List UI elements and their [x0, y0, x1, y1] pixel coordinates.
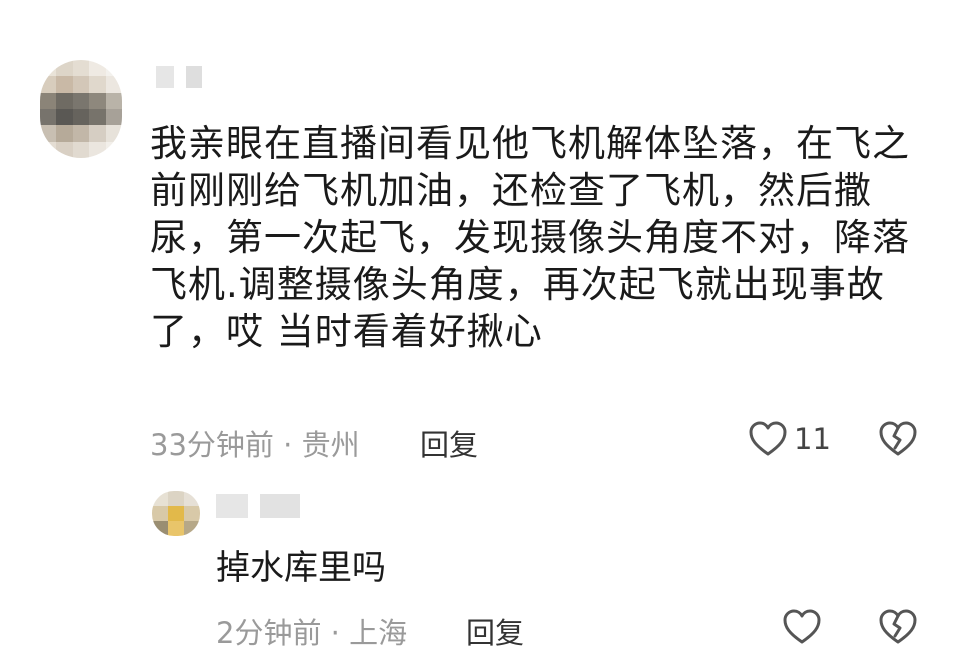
like-button[interactable]: 11: [748, 420, 831, 458]
reply-username: [216, 494, 300, 518]
reply-avatar[interactable]: [152, 491, 200, 536]
broken-heart-icon: [879, 421, 917, 456]
heart-outline-icon: [749, 421, 787, 456]
comment-time: 33分钟前: [150, 428, 274, 462]
reply-time: 2分钟前: [216, 616, 322, 650]
reply-like-button[interactable]: [782, 608, 822, 650]
dislike-button[interactable]: [878, 420, 918, 462]
meta-separator: ·: [273, 428, 302, 462]
meta-separator: ·: [321, 616, 350, 650]
username: [156, 66, 202, 88]
broken-heart-icon: [879, 609, 917, 644]
reply-button[interactable]: 回复: [420, 422, 478, 464]
heart-outline-icon: [783, 609, 821, 644]
avatar[interactable]: [40, 60, 122, 158]
comment-meta: 33分钟前 · 贵州: [150, 422, 360, 464]
reply-text: 掉水库里吗: [216, 548, 386, 588]
reply-reply-button[interactable]: 回复: [466, 610, 524, 652]
reply-location: 上海: [349, 616, 408, 650]
comment-location: 贵州: [301, 428, 360, 462]
like-count: 11: [794, 422, 831, 456]
comment-text: 我亲眼在直播间看见他飞机解体坠落，在飞之前刚刚给飞机加油，还检查了飞机，然后撒尿…: [150, 122, 910, 353]
reply-dislike-button[interactable]: [878, 608, 918, 650]
reply-meta: 2分钟前 · 上海: [216, 610, 407, 652]
